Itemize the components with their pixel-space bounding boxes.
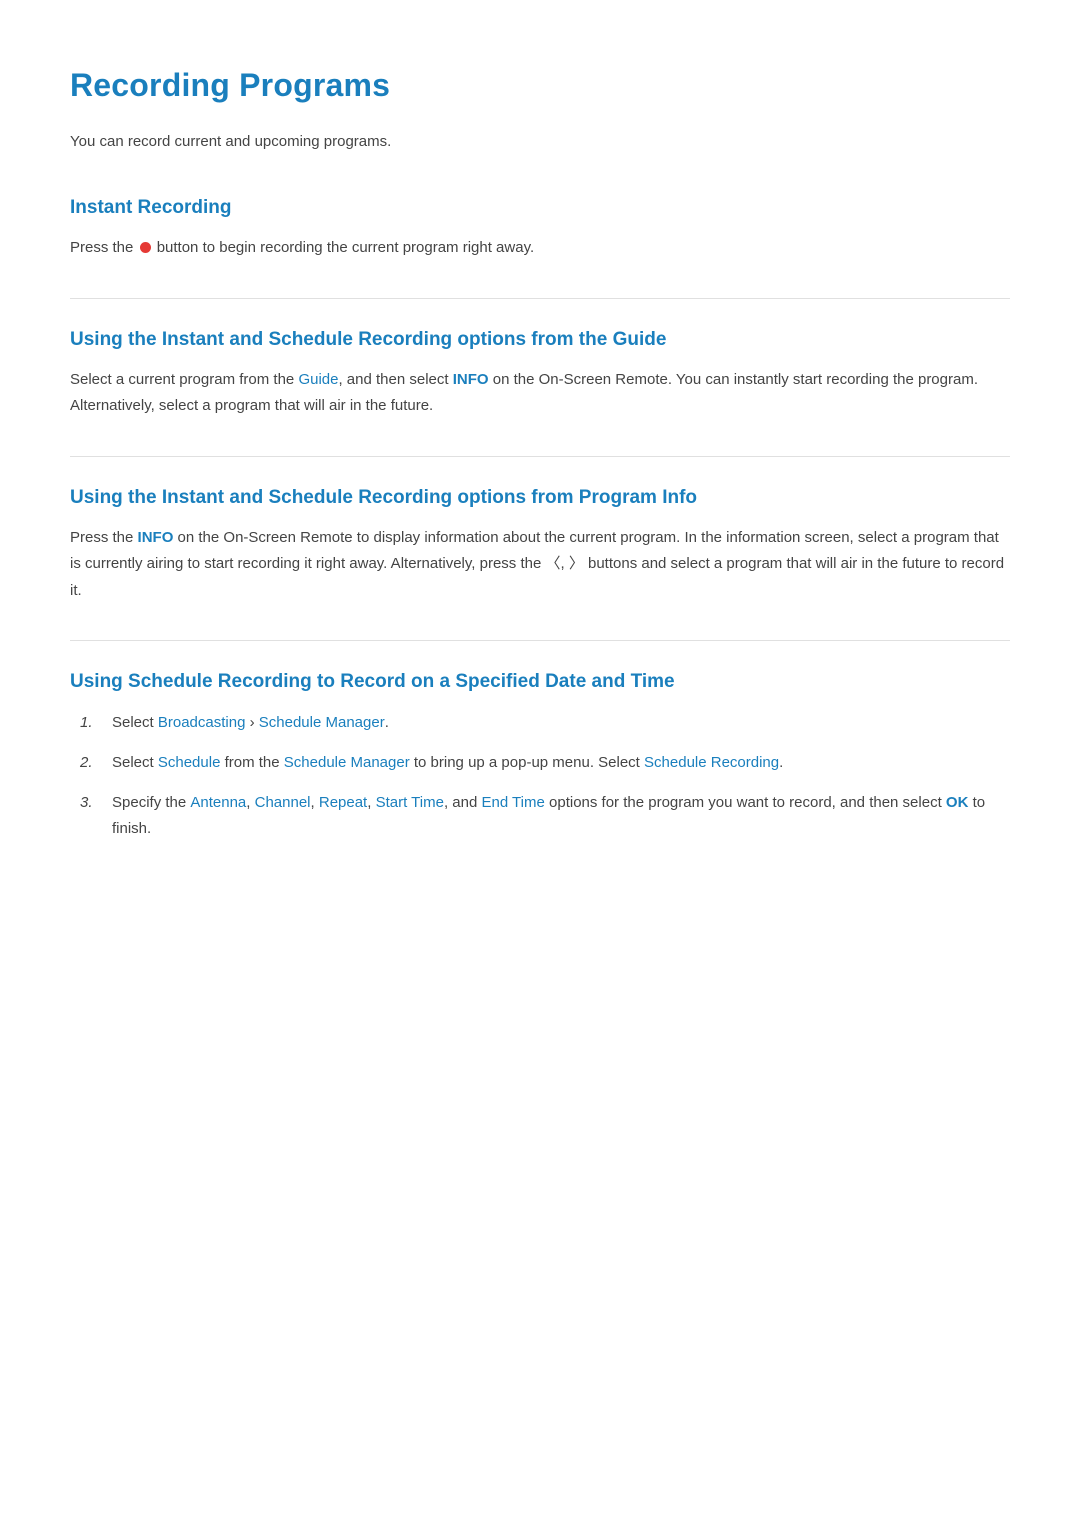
ok-link: OK (946, 794, 969, 811)
list-number-2: 2. (80, 750, 112, 776)
list-number-1: 1. (80, 710, 112, 736)
section-programinfo-recording: Using the Instant and Schedule Recording… (70, 485, 1010, 604)
record-dot-icon (140, 242, 151, 253)
antenna-link: Antenna (190, 794, 246, 811)
list-item-1: 1. Select Broadcasting › Schedule Manage… (80, 710, 1010, 736)
list-content-2: Select Schedule from the Schedule Manage… (112, 750, 1010, 776)
chevron-icon: 〈, 〉 (545, 555, 583, 572)
info-link-programinfo: INFO (138, 529, 174, 546)
schedule-link: Schedule (158, 754, 221, 771)
section-body-guide: Select a current program from the Guide,… (70, 367, 1010, 420)
schedule-steps-list: 1. Select Broadcasting › Schedule Manage… (70, 710, 1010, 843)
section-title-guide: Using the Instant and Schedule Recording… (70, 327, 1010, 354)
list-item-3: 3. Specify the Antenna, Channel, Repeat,… (80, 790, 1010, 843)
section-body-programinfo: Press the INFO on the On-Screen Remote t… (70, 525, 1010, 604)
info-link-guide: INFO (453, 371, 489, 388)
section-divider-3 (70, 640, 1010, 641)
section-schedule-recording: Using Schedule Recording to Record on a … (70, 669, 1010, 843)
page-container: Recording Programs You can record curren… (0, 0, 1080, 959)
section-divider-1 (70, 298, 1010, 299)
arrow-icon-1: › (250, 714, 255, 731)
broadcasting-link: Broadcasting (158, 714, 246, 731)
end-time-link: End Time (481, 794, 544, 811)
list-content-3: Specify the Antenna, Channel, Repeat, St… (112, 790, 1010, 843)
list-content-1: Select Broadcasting › Schedule Manager. (112, 710, 1010, 736)
section-title-schedule: Using Schedule Recording to Record on a … (70, 669, 1010, 696)
schedule-manager-link-1: Schedule Manager (259, 714, 385, 731)
intro-text: You can record current and upcoming prog… (70, 129, 1010, 155)
schedule-manager-link-2: Schedule Manager (284, 754, 410, 771)
section-instant-recording: Instant Recording Press the button to be… (70, 195, 1010, 262)
section-divider-2 (70, 456, 1010, 457)
start-time-link: Start Time (376, 794, 444, 811)
section-title-programinfo: Using the Instant and Schedule Recording… (70, 485, 1010, 512)
guide-link: Guide (298, 371, 338, 388)
list-item-2: 2. Select Schedule from the Schedule Man… (80, 750, 1010, 776)
section-body-instant: Press the button to begin recording the … (70, 235, 1010, 261)
section-guide-recording: Using the Instant and Schedule Recording… (70, 327, 1010, 420)
schedule-recording-link: Schedule Recording (644, 754, 779, 771)
page-title: Recording Programs (70, 60, 1010, 111)
repeat-link: Repeat (319, 794, 367, 811)
section-title-instant: Instant Recording (70, 195, 1010, 222)
channel-link: Channel (255, 794, 311, 811)
list-number-3: 3. (80, 790, 112, 816)
